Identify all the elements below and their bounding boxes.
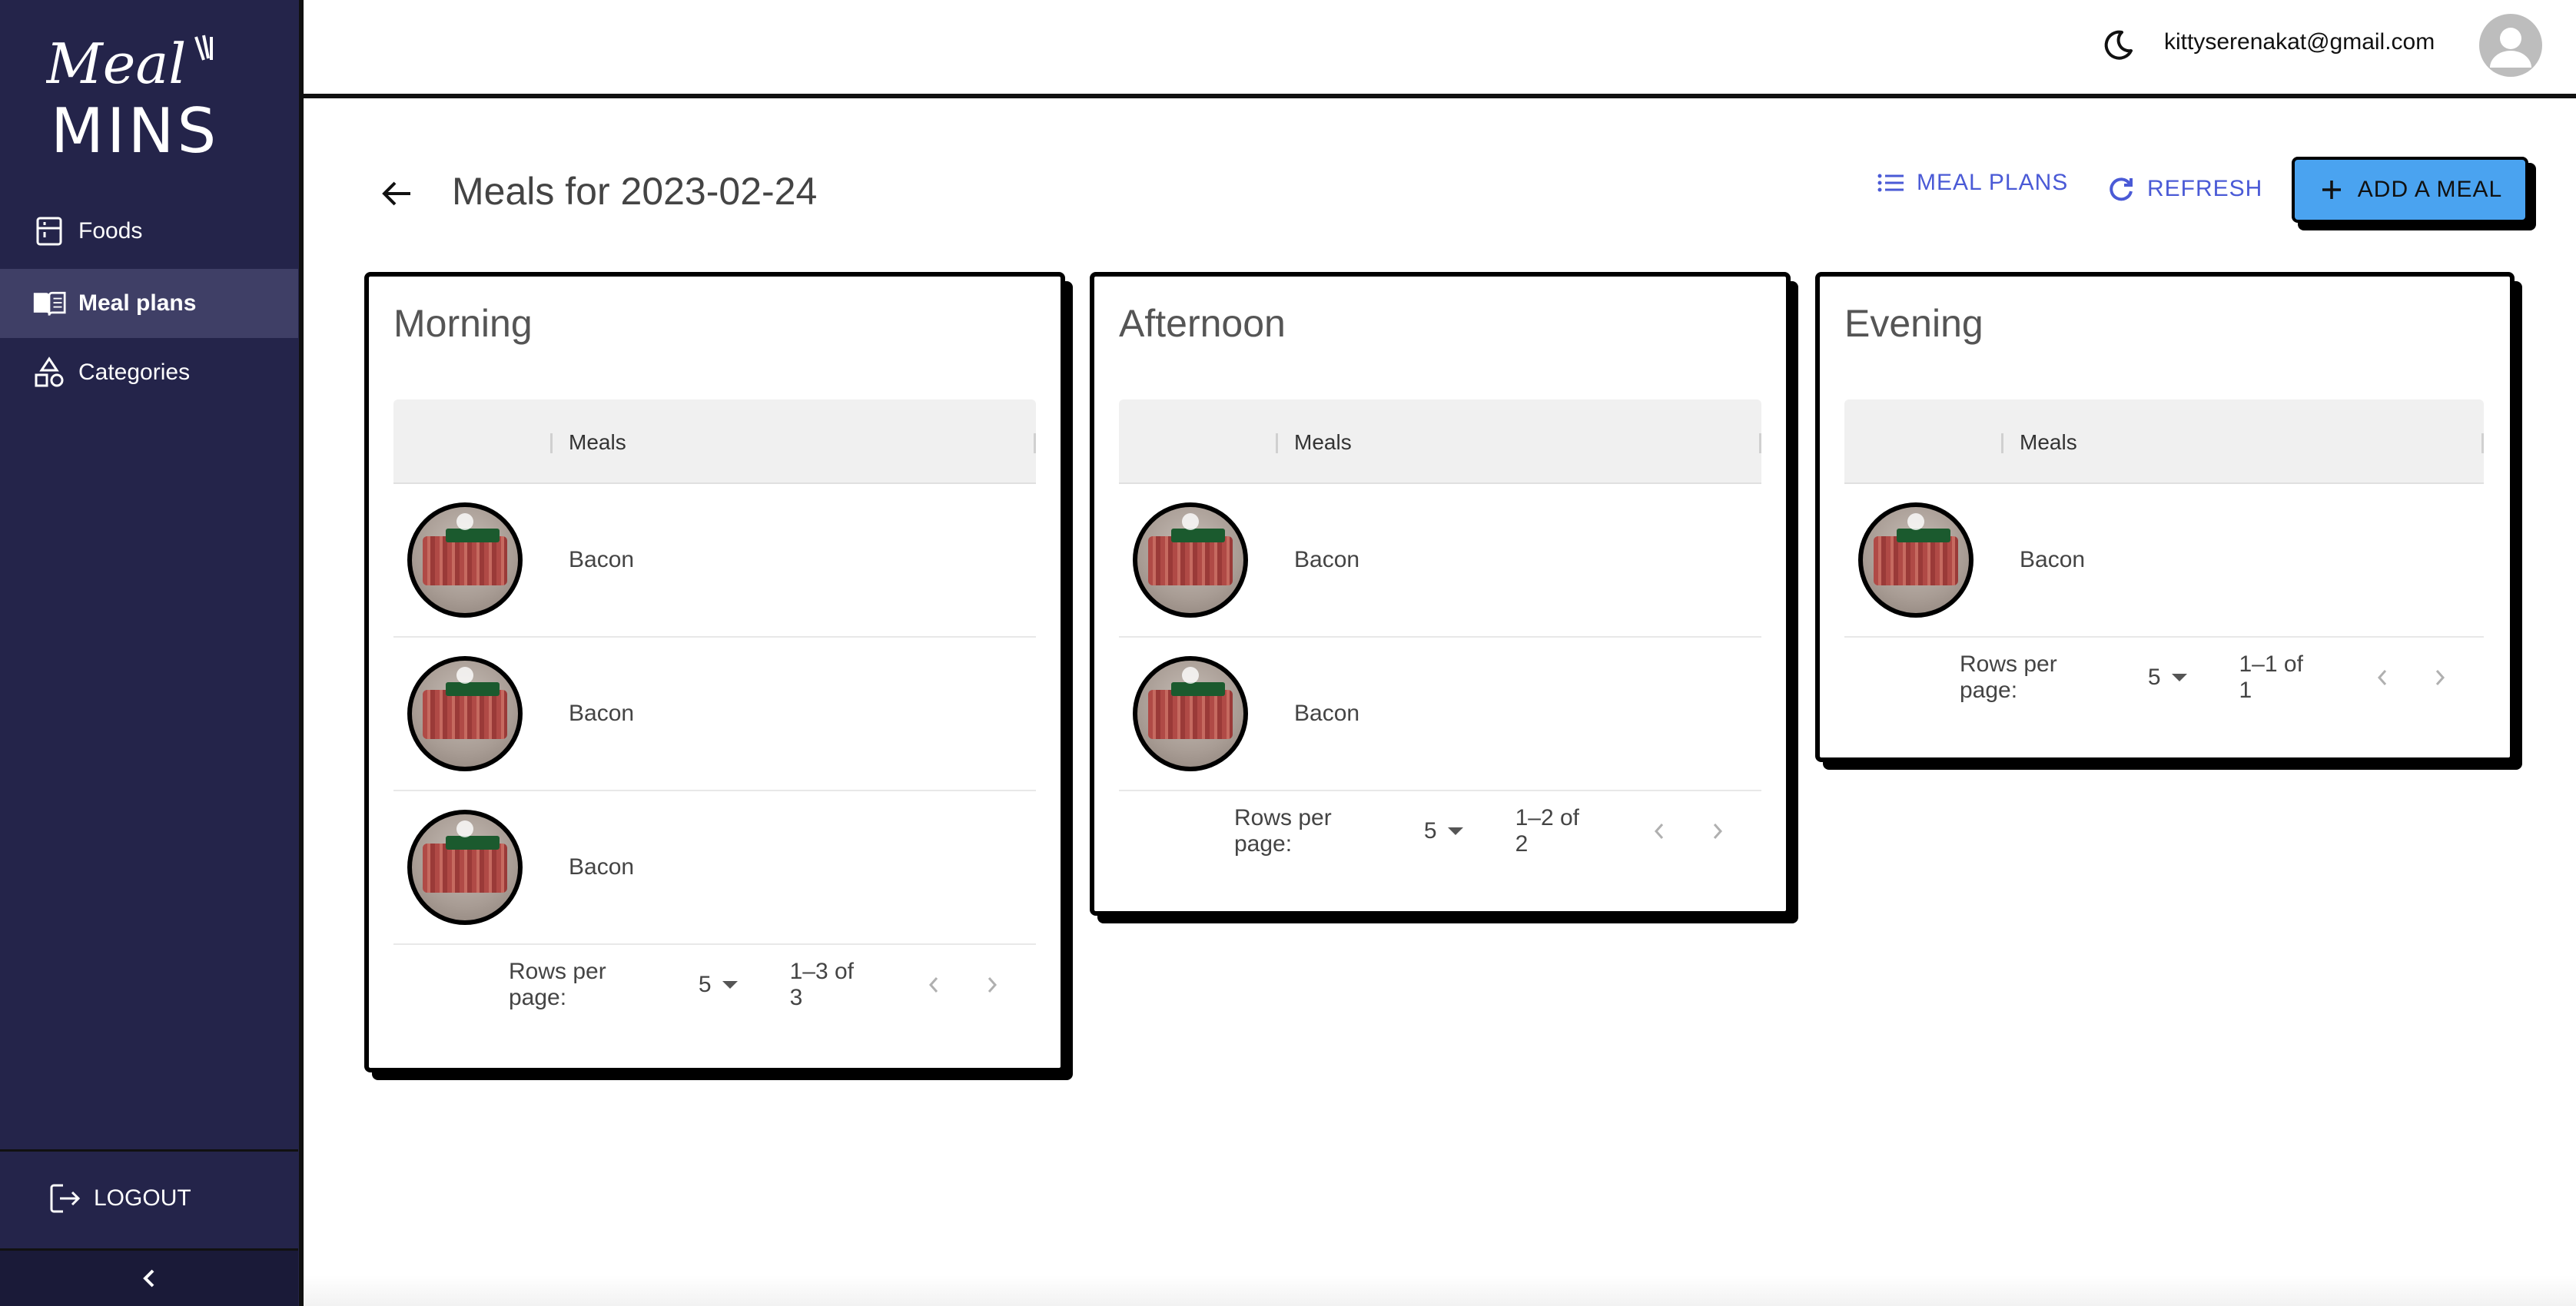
next-page-button[interactable] [2426,662,2455,693]
prev-page-button[interactable] [2368,662,2396,693]
column-header-meals[interactable]: Meals [569,430,626,455]
food-menu-icon [32,214,66,248]
column-header-meals[interactable]: Meals [1294,430,1352,455]
sidebar-item-foods[interactable]: Foods [0,197,298,266]
meal-thumbnail [407,502,523,618]
sidebar-item-categories[interactable]: Categories [0,338,298,407]
table-row[interactable]: Bacon [393,791,1036,945]
plus-icon [2318,176,2345,204]
table-row[interactable]: Bacon [1119,638,1761,791]
rows-per-page-select[interactable]: 5 [1424,818,1463,844]
next-page-button[interactable] [978,970,1007,1000]
back-arrow-icon[interactable] [377,174,417,214]
chevron-right-icon [988,977,998,993]
card-afternoon: Afternoon Meals Bacon Bacon Rows per pag… [1090,272,1791,916]
card-title: Morning [393,302,533,345]
caret-down-icon [2171,674,2187,681]
sidebar-item-label: Categories [78,360,191,385]
table-row[interactable]: Bacon [1119,484,1761,638]
meal-name: Bacon [569,701,635,726]
logout-button[interactable]: LOGOUT [0,1160,298,1237]
list-icon [1875,167,1906,198]
meal-plans-label: MEAL PLANS [1917,170,2069,195]
chevron-left-icon [929,977,938,993]
user-email: kittyserenakat@gmail.com [2164,29,2435,55]
add-meal-button[interactable]: ADD A MEAL [2292,157,2528,223]
meal-thumbnail [1133,656,1248,771]
column-separator [1034,433,1036,453]
prev-page-button[interactable] [1645,816,1674,847]
rows-per-page-label: Rows per page: [509,959,606,1010]
pagination: Rows per page: 5 1–1 of 1 [1844,639,2484,716]
rows-per-page-label: Rows per page: [1960,651,2057,703]
table-row[interactable]: Bacon [393,484,1036,638]
sidebar-item-label: Meal plans [78,290,197,316]
next-page-button[interactable] [1703,816,1732,847]
meal-name: Bacon [1294,547,1360,572]
meal-thumbnail [1858,502,1973,618]
pagination-range: 1–1 of 1 [2239,651,2303,703]
card-title: Afternoon [1119,302,1286,345]
card-title: Evening [1844,302,1983,345]
page-title: Meals for 2023-02-24 [452,170,818,213]
book-open-icon [32,287,66,320]
meal-plans-button[interactable]: MEAL PLANS [1875,167,2068,198]
meal-thumbnail [407,810,523,925]
moon-icon[interactable] [2100,28,2136,63]
add-meal-label: ADD A MEAL [2357,177,2503,202]
meal-name: Bacon [2020,547,2086,572]
chevron-right-icon [2436,670,2445,685]
column-separator [1276,433,1278,453]
shapes-icon [32,356,66,389]
logout-label: LOGOUT [94,1185,191,1211]
pagination-range: 1–3 of 3 [789,959,855,1010]
column-separator [2001,433,2003,453]
table-header: Meals [1844,399,2484,484]
sidebar-divider [0,1149,298,1152]
meal-mins-logo: Meal MINS [46,31,219,161]
caret-down-icon [722,981,738,989]
table-header: Meals [393,399,1036,484]
svg-text:MINS: MINS [51,95,219,161]
sidebar-item-meal-plans[interactable]: Meal plans [0,269,298,338]
rows-per-page-label: Rows per page: [1234,805,1332,857]
meal-name: Bacon [569,547,635,572]
card-morning: Morning Meals Bacon Bacon Bacon Rows per… [364,272,1065,1072]
meal-name: Bacon [569,854,635,880]
column-separator [1759,433,1761,453]
user-avatar-icon[interactable] [2479,14,2542,77]
collapse-sidebar-button[interactable] [0,1251,298,1306]
rows-per-page-select[interactable]: 5 [699,972,738,998]
meal-name: Bacon [1294,701,1360,726]
table-header: Meals [1119,399,1761,484]
prev-page-button[interactable] [919,970,948,1000]
column-separator [2481,433,2484,453]
column-header-meals[interactable]: Meals [2020,430,2077,455]
table-row[interactable]: Bacon [393,638,1036,791]
logout-icon [48,1181,83,1216]
pagination-range: 1–2 of 2 [1515,805,1580,857]
chevron-left-icon [2377,670,2386,685]
pagination: Rows per page: 5 1–2 of 2 [1119,793,1761,870]
pagination: Rows per page: 5 1–3 of 3 [393,946,1036,1023]
caret-down-icon [1447,827,1463,835]
sidebar: Meal MINS Foods Meal plans Categories LO… [0,0,304,1306]
bottom-fade [304,1275,2576,1306]
column-separator [550,433,553,453]
refresh-label: REFRESH [2147,176,2263,201]
rows-per-page-select[interactable]: 5 [2148,665,2187,691]
meal-thumbnail [1133,502,1248,618]
refresh-button[interactable]: REFRESH [2106,174,2262,204]
meal-thumbnail [407,656,523,771]
sidebar-item-label: Foods [78,218,143,244]
chevron-left-icon [143,1269,154,1288]
table-row[interactable]: Bacon [1844,484,2484,638]
refresh-icon [2106,174,2136,204]
chevron-right-icon [1713,824,1723,839]
svg-text:Meal: Meal [46,31,186,96]
card-evening: Evening Meals Bacon Rows per page: 5 1–1… [1815,272,2515,762]
chevron-left-icon [1655,824,1664,839]
